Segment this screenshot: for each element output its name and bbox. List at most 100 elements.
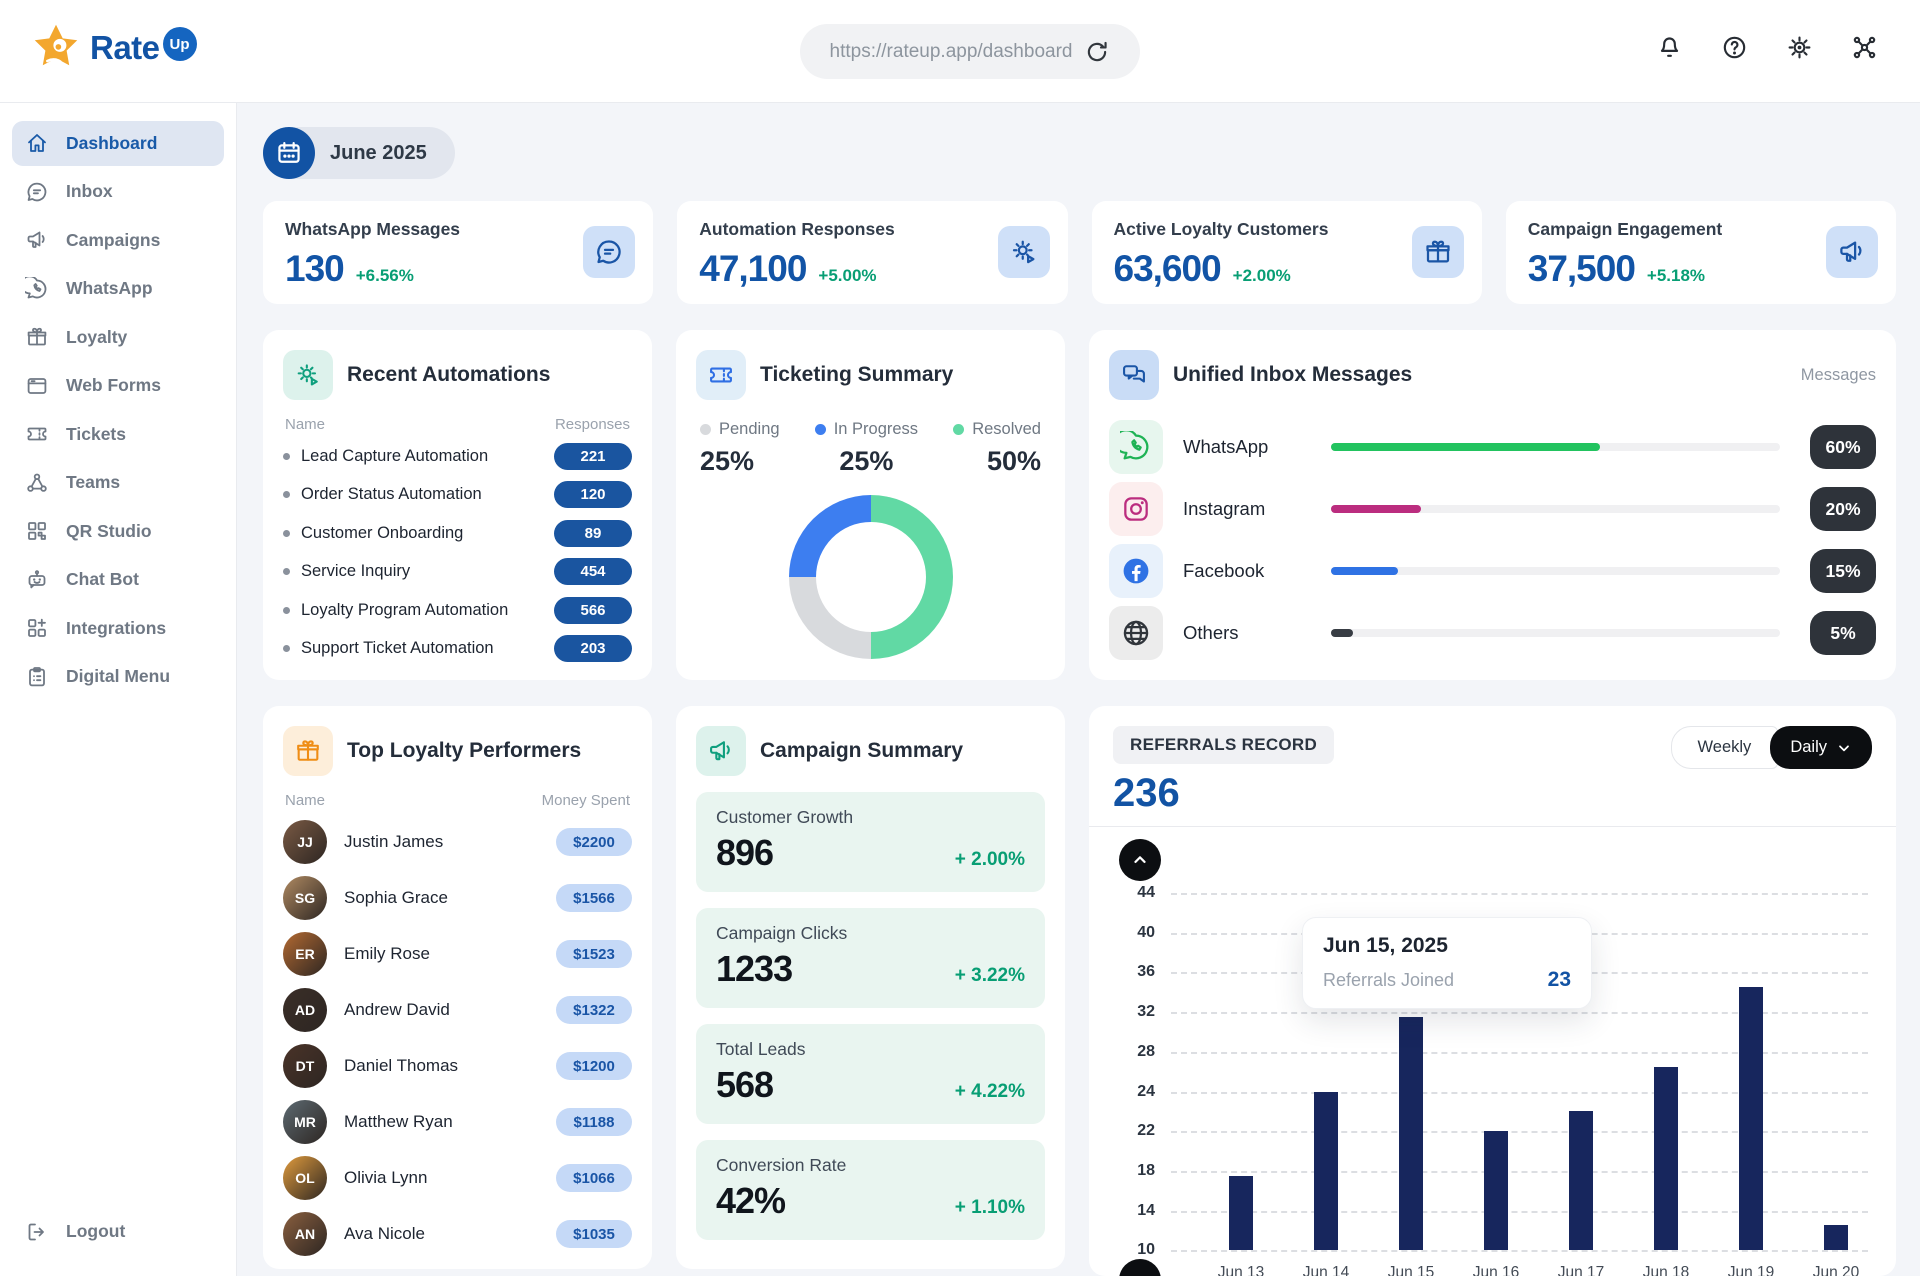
- automation-icon: [998, 226, 1050, 278]
- megaphone-icon: [1837, 237, 1867, 267]
- integrations-hub-button[interactable]: [1851, 34, 1878, 61]
- sidebar-item-integrations[interactable]: Integrations: [12, 606, 224, 651]
- money-spent-badge: $1188: [556, 1108, 632, 1136]
- gift-icon: [1412, 226, 1464, 278]
- sidebar-item-whatsapp[interactable]: WhatsApp: [12, 266, 224, 311]
- megaphone-icon: [1826, 226, 1878, 278]
- date-selector[interactable]: June 2025: [263, 127, 455, 179]
- sidebar-item-web-forms[interactable]: Web Forms: [12, 363, 224, 408]
- sidebar-item-label: Web Forms: [66, 375, 161, 396]
- bottom-row: Top Loyalty Performers Name Money Spent …: [263, 706, 1896, 1276]
- bar-jun-14[interactable]: [1314, 1092, 1338, 1251]
- stat-change: +5.18%: [1647, 266, 1705, 286]
- performer-name: Emily Rose: [344, 944, 556, 964]
- channel-progress-track: [1331, 567, 1780, 575]
- automation-name: Support Ticket Automation: [301, 639, 554, 658]
- channel-row-facebook: Facebook15%: [1109, 544, 1876, 598]
- instagram-icon: [1120, 493, 1152, 525]
- integrations-icon: [25, 616, 49, 640]
- metric-label: Conversion Rate: [716, 1155, 1025, 1176]
- sidebar-item-campaigns[interactable]: Campaigns: [12, 218, 224, 263]
- automation-icon: [1009, 237, 1039, 267]
- logout-button[interactable]: Logout: [12, 1209, 224, 1254]
- stat-change: +2.00%: [1233, 266, 1291, 286]
- sidebar-item-qr-studio[interactable]: QR Studio: [12, 509, 224, 554]
- avatar: DT: [283, 1044, 327, 1088]
- app-screen: Rate Up https://rateup.app/dashboard Das…: [0, 0, 1920, 1276]
- bar-jun-13[interactable]: [1229, 1176, 1253, 1250]
- channel-percent-badge: 60%: [1810, 425, 1876, 469]
- facebook-icon: [1109, 544, 1163, 598]
- legend-value: 25%: [839, 446, 893, 477]
- clipboard-icon: [25, 665, 49, 689]
- dual-chat-icon: [1109, 350, 1159, 400]
- stat-card: WhatsApp Messages130+6.56%: [263, 201, 653, 304]
- bar-jun-20[interactable]: [1824, 1225, 1848, 1250]
- sidebar-item-loyalty[interactable]: Loyalty: [12, 315, 224, 360]
- y-axis-label: 28: [1113, 1043, 1155, 1061]
- recent-automations-card: Recent Automations Name Responses Lead C…: [263, 330, 652, 680]
- sidebar-item-tickets[interactable]: Tickets: [12, 412, 224, 457]
- bar-jun-19[interactable]: [1739, 987, 1763, 1250]
- channel-percent-badge: 20%: [1810, 487, 1876, 531]
- metric-value: 1233: [716, 948, 792, 990]
- x-axis-label: Jun 16: [1473, 1264, 1520, 1276]
- automation-row: Lead Capture Automation221: [283, 437, 632, 476]
- bar-jun-17[interactable]: [1569, 1111, 1593, 1250]
- channel-progress-track: [1331, 629, 1780, 637]
- bar-jun-18[interactable]: [1654, 1067, 1678, 1251]
- automation-name: Loyalty Program Automation: [301, 601, 554, 620]
- stat-cards-row: WhatsApp Messages130+6.56%Automation Res…: [263, 201, 1896, 304]
- legend-value: 25%: [700, 446, 780, 477]
- legend-label: Pending: [719, 420, 780, 439]
- sidebar-item-teams[interactable]: Teams: [12, 460, 224, 505]
- performer-row: EREmily Rose$1523: [283, 931, 632, 977]
- bullet-dot: [283, 491, 290, 498]
- logout-label: Logout: [66, 1221, 125, 1242]
- weekly-toggle-button[interactable]: Weekly: [1671, 726, 1779, 769]
- daily-label: Daily: [1790, 738, 1827, 757]
- url-bar[interactable]: https://rateup.app/dashboard: [800, 24, 1140, 79]
- help-button[interactable]: [1721, 34, 1748, 61]
- campaign-metric-block: Customer Growth896+ 2.00%: [696, 792, 1045, 892]
- performer-row: ANAva Nicole$1035: [283, 1211, 632, 1257]
- sidebar-item-digital-menu[interactable]: Digital Menu: [12, 654, 224, 699]
- x-axis-label: Jun 18: [1643, 1264, 1690, 1276]
- sidebar-item-label: Tickets: [66, 424, 126, 445]
- daily-dropdown-button[interactable]: Daily: [1770, 726, 1872, 769]
- money-spent-badge: $1066: [556, 1164, 632, 1192]
- chevron-down-icon: [1836, 740, 1852, 756]
- y-axis-label: 22: [1113, 1122, 1155, 1140]
- bar-jun-16[interactable]: [1484, 1131, 1508, 1250]
- help-icon: [1721, 34, 1748, 61]
- scroll-up-button[interactable]: [1119, 839, 1161, 881]
- scroll-down-button[interactable]: [1119, 1259, 1161, 1276]
- performer-row: DTDaniel Thomas$1200: [283, 1043, 632, 1089]
- performer-name: Sophia Grace: [344, 888, 556, 908]
- y-axis-label: 24: [1113, 1083, 1155, 1101]
- settings-button[interactable]: [1786, 34, 1813, 61]
- notifications-button[interactable]: [1656, 34, 1683, 61]
- hub-icon: [1851, 34, 1878, 61]
- channel-name: Others: [1183, 622, 1331, 644]
- sidebar-item-inbox[interactable]: Inbox: [12, 169, 224, 214]
- chat-icon: [583, 226, 635, 278]
- channel-name: WhatsApp: [1183, 436, 1331, 458]
- legend-dot: [953, 424, 964, 435]
- sidebar-item-label: QR Studio: [66, 521, 152, 542]
- legend-value: 50%: [987, 446, 1041, 477]
- sidebar-item-chat-bot[interactable]: Chat Bot: [12, 557, 224, 602]
- bar-jun-15[interactable]: [1399, 1017, 1423, 1250]
- referrals-total: 236: [1113, 771, 1872, 816]
- stat-card: Campaign Engagement37,500+5.18%: [1506, 201, 1896, 304]
- channel-row-whatsapp: WhatsApp 60%: [1109, 420, 1876, 474]
- stat-value: 37,500: [1528, 248, 1635, 290]
- megaphone-icon: [707, 737, 735, 765]
- sidebar-item-dashboard[interactable]: Dashboard: [12, 121, 224, 166]
- channel-progress-fill: [1331, 567, 1398, 575]
- x-axis-label: Jun 15: [1388, 1264, 1435, 1276]
- metric-change: + 2.00%: [955, 849, 1025, 871]
- globe-icon: [1109, 606, 1163, 660]
- y-axis-label: 40: [1113, 924, 1155, 942]
- card-title: Ticketing Summary: [760, 363, 1045, 387]
